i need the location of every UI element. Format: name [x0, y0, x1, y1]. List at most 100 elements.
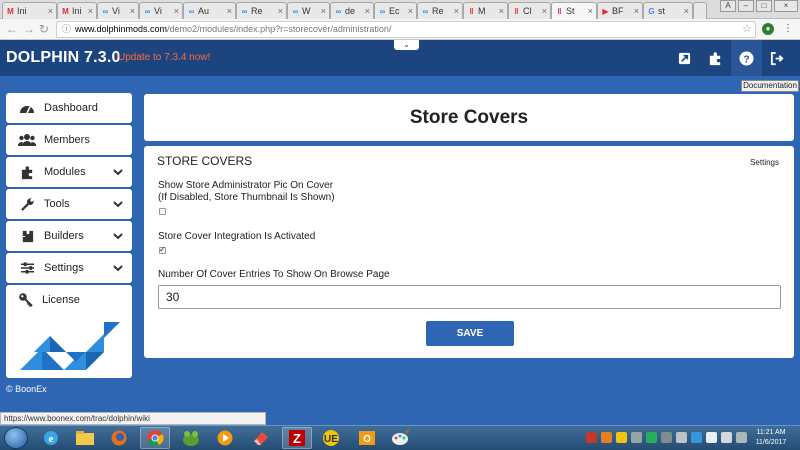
start-button[interactable] [4, 427, 28, 449]
settings-panel: STORE COVERS Settings Show Store Adminis… [144, 146, 794, 358]
chrome-icon[interactable] [140, 427, 170, 449]
outlook-icon[interactable]: O [352, 427, 382, 449]
firefox-icon[interactable] [104, 427, 134, 449]
browser-tab[interactable]: ∞ Ec × [374, 2, 417, 19]
sidebar-item-settings[interactable]: Settings [6, 253, 132, 283]
sidebar-item-dashboard[interactable]: Dashboard [6, 93, 132, 123]
browser-tab[interactable]: ∞ de × [330, 2, 374, 19]
flag-icon[interactable] [736, 432, 747, 443]
tray-app-icon[interactable] [616, 432, 627, 443]
brand-title[interactable]: DOLPHIN 7.3.0 [6, 49, 121, 67]
section-title: STORE COVERS [157, 154, 253, 168]
show-admin-pic-hint: (If Disabled, Store Thumbnail Is Shown) [158, 192, 335, 203]
sidebar-item-license[interactable]: License [6, 285, 132, 378]
filezilla-icon[interactable]: Z [282, 427, 312, 449]
integration-activated-checkbox[interactable] [159, 245, 166, 254]
browser-tab[interactable]: ▶ BF × [597, 2, 643, 19]
close-icon[interactable]: × [454, 6, 459, 16]
volume-icon[interactable] [721, 432, 732, 443]
profile-button[interactable]: A [720, 0, 736, 12]
tray-app-icon[interactable] [661, 432, 672, 443]
close-icon[interactable]: × [321, 6, 326, 16]
network-icon[interactable] [706, 432, 717, 443]
sidebar-item-label: Builders [44, 230, 84, 242]
chevron-down-icon [113, 169, 123, 176]
url-input[interactable]: ⓘ www.dolphinmods.com/demo2/modules/inde… [56, 21, 756, 38]
close-icon[interactable]: × [174, 6, 179, 16]
media-player-icon[interactable] [210, 427, 240, 449]
page-info-icon[interactable]: ⓘ [62, 22, 71, 37]
close-icon[interactable]: × [408, 6, 413, 16]
sidebar-item-label: License [42, 294, 80, 306]
update-notice-link[interactable]: Update to 7.3.4 now! [118, 52, 210, 63]
sidebar-item-builders[interactable]: Builders [6, 221, 132, 251]
show-admin-pic-checkbox[interactable] [159, 208, 166, 215]
eraser-app-icon[interactable] [246, 427, 276, 449]
forward-icon[interactable]: → [23, 22, 35, 36]
tray-app-icon[interactable] [586, 432, 597, 443]
youtube-icon: ▶ [602, 7, 609, 16]
ultraedit-icon[interactable]: UE [316, 427, 346, 449]
close-icon[interactable]: × [684, 6, 689, 16]
browser-tab-active[interactable]: ‖ St × [551, 2, 597, 20]
tray-app-icon[interactable] [691, 432, 702, 443]
new-tab-button[interactable] [693, 2, 707, 19]
tray-app-icon[interactable] [676, 432, 687, 443]
browser-tab[interactable]: ∞ Re × [236, 2, 287, 19]
browser-tab[interactable]: ∞ Vi × [97, 2, 139, 19]
open-site-button[interactable] [669, 40, 700, 76]
bookmark-star-icon[interactable]: ☆ [742, 22, 752, 35]
tray-app-icon[interactable] [646, 432, 657, 443]
close-icon[interactable]: × [227, 6, 232, 16]
browser-tab[interactable]: ∞ W × [287, 2, 330, 19]
reload-icon[interactable]: ↻ [39, 22, 49, 36]
sidebar-item-tools[interactable]: Tools [6, 189, 132, 219]
back-icon[interactable]: ← [6, 22, 18, 36]
close-icon[interactable]: × [588, 6, 593, 16]
puzzle-piece-icon [18, 228, 36, 244]
frog-app-icon[interactable] [176, 427, 206, 449]
sidebar-item-members[interactable]: Members [6, 125, 132, 155]
save-button[interactable]: SAVE [426, 321, 514, 346]
browser-tab[interactable]: ‖ Cl × [508, 2, 551, 19]
tray-app-icon[interactable] [601, 432, 612, 443]
sidebar-item-label: Dashboard [44, 102, 98, 114]
maximize-button[interactable]: □ [756, 0, 772, 12]
close-icon[interactable]: × [278, 6, 283, 16]
browser-tab[interactable]: ‖ M × [463, 2, 508, 19]
system-clock[interactable]: 11:21 AM 11/6/2017 [750, 428, 792, 448]
close-icon[interactable]: × [499, 6, 504, 16]
close-icon[interactable]: × [365, 6, 370, 16]
settings-link[interactable]: Settings [750, 158, 779, 167]
close-icon[interactable]: × [634, 6, 639, 16]
close-icon[interactable]: × [48, 6, 53, 16]
puzzle-icon [709, 51, 721, 65]
browser-tab[interactable]: M Ini × [57, 2, 97, 19]
browser-tab[interactable]: ∞ Re × [417, 2, 463, 19]
help-icon: ? [739, 50, 754, 66]
extensions-button[interactable] [700, 40, 731, 76]
sidebar-item-modules[interactable]: Modules [6, 157, 132, 187]
link-icon: ∞ [292, 7, 299, 16]
extension-icon[interactable]: ● [762, 23, 774, 35]
close-icon[interactable]: × [130, 6, 135, 16]
users-icon [18, 132, 36, 148]
ie-icon[interactable]: e [36, 427, 66, 449]
browser-tab[interactable]: Gst × [643, 2, 693, 19]
cover-entries-input[interactable]: 30 [158, 285, 781, 309]
close-icon[interactable]: × [542, 6, 547, 16]
svg-text:Z: Z [293, 431, 301, 446]
tray-app-icon[interactable] [631, 432, 642, 443]
paint-icon[interactable] [386, 427, 416, 449]
file-explorer-icon[interactable] [70, 427, 100, 449]
minimize-button[interactable]: – [738, 0, 754, 12]
browser-tab[interactable]: ∞ Au × [183, 2, 236, 19]
logout-button[interactable] [762, 40, 793, 76]
browser-tab[interactable]: ∞ Vi × [139, 2, 183, 19]
close-window-button[interactable]: × [774, 0, 798, 12]
browser-tab[interactable]: M Ini × [2, 2, 57, 19]
menu-icon[interactable]: ⋮ [782, 23, 794, 35]
close-icon[interactable]: × [88, 6, 93, 16]
header-dropdown-handle[interactable]: ⌄ [394, 40, 419, 50]
documentation-button[interactable]: ? [731, 40, 762, 76]
